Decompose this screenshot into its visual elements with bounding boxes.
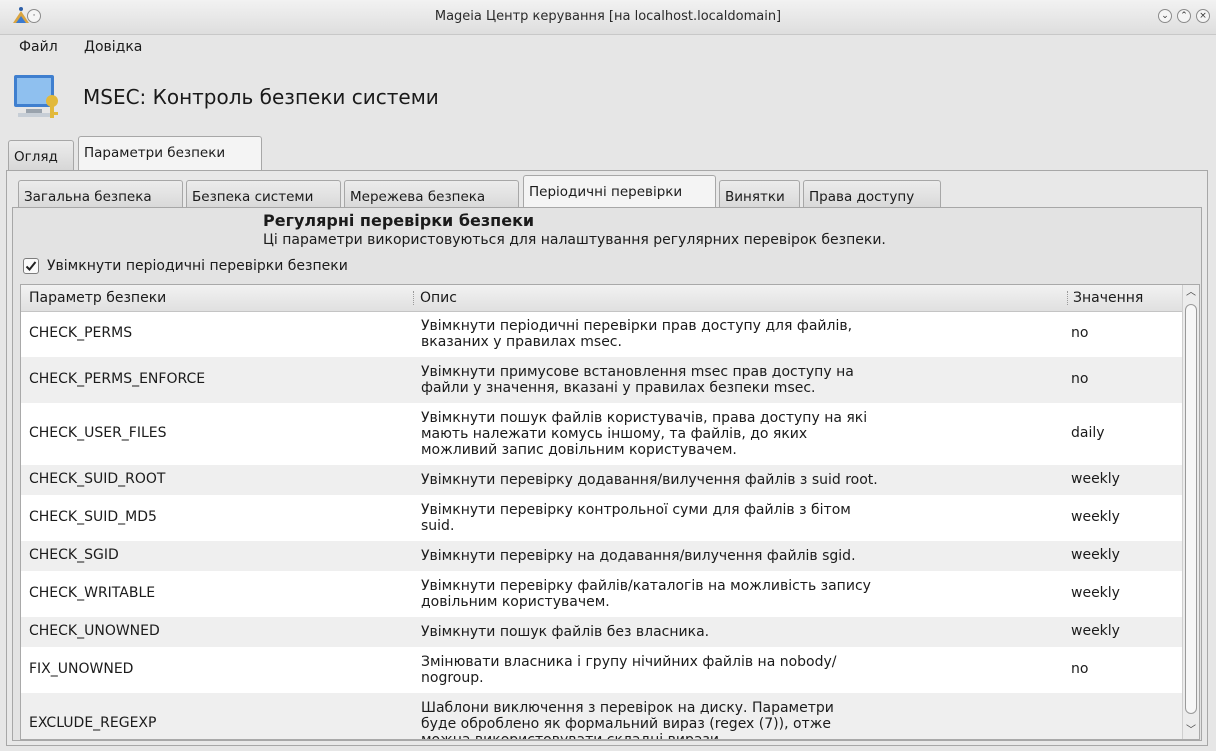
scroll-up-icon[interactable]: ︿ bbox=[1185, 287, 1197, 299]
param-name-cell: CHECK_SUID_ROOT bbox=[29, 471, 166, 487]
description-cell: Увімкнути перевірку на додавання/вилучен… bbox=[421, 548, 856, 564]
security-header-icon bbox=[14, 75, 58, 118]
menu-help[interactable]: Довідка bbox=[84, 39, 142, 55]
param-name-cell: CHECK_UNOWNED bbox=[29, 623, 160, 639]
value-cell[interactable]: weekly bbox=[1071, 623, 1120, 639]
value-cell[interactable]: no bbox=[1071, 325, 1088, 341]
scroll-thumb[interactable] bbox=[1185, 304, 1197, 714]
minimize-icon[interactable]: ⌄ bbox=[1158, 9, 1172, 23]
description-cell: Увімкнути пошук файлів користувачів, пра… bbox=[421, 410, 868, 458]
tab-network-security[interactable]: Мережева безпека bbox=[344, 180, 519, 210]
value-cell[interactable]: weekly bbox=[1071, 547, 1120, 563]
maximize-icon[interactable]: ⌃ bbox=[1177, 9, 1191, 23]
param-name-cell: CHECK_PERMS_ENFORCE bbox=[29, 371, 206, 387]
description-cell: Увімкнути примусове встановлення msec пр… bbox=[421, 364, 854, 396]
description-cell: Увімкнути перевірку контрольної суми для… bbox=[421, 502, 851, 534]
menu-bar: Файл Довідка bbox=[0, 34, 1216, 62]
tab-general-security[interactable]: Загальна безпека bbox=[18, 180, 183, 210]
vertical-scrollbar[interactable]: ︿ ﹀ bbox=[1182, 285, 1199, 739]
tab-overview[interactable]: Огляд bbox=[8, 140, 74, 170]
description-cell: Шаблони виключення з перевірок на диску.… bbox=[421, 700, 834, 740]
enable-periodic-checks-label[interactable]: Увімкнути періодичні перевірки безпеки bbox=[47, 258, 348, 274]
param-name-cell: CHECK_USER_FILES bbox=[29, 425, 167, 441]
menu-file[interactable]: Файл bbox=[19, 39, 58, 55]
description-cell: Увімкнути періодичні перевірки прав дост… bbox=[421, 318, 853, 350]
table-row[interactable]: CHECK_WRITABLE Увімкнути перевірку файлів… bbox=[21, 571, 1184, 617]
table-header: Параметр безпеки Опис Значення bbox=[21, 285, 1184, 312]
value-cell[interactable]: weekly bbox=[1071, 585, 1120, 601]
table-body: CHECK_PERMS Увімкнути періодичні перевірк… bbox=[21, 311, 1184, 740]
table-row[interactable]: CHECK_SUID_ROOT Увімкнути перевірку додав… bbox=[21, 465, 1184, 495]
table-row[interactable]: FIX_UNOWNED Змінювати власника і групу ні… bbox=[21, 647, 1184, 693]
enable-periodic-checks-checkbox[interactable] bbox=[23, 258, 39, 274]
table-row[interactable]: CHECK_SGID Увімкнути перевірку на додаван… bbox=[21, 541, 1184, 571]
column-separator[interactable] bbox=[1067, 291, 1069, 305]
param-name-cell: CHECK_SGID bbox=[29, 547, 119, 563]
table-row[interactable]: EXCLUDE_REGEXP Шаблони виключення з перев… bbox=[21, 693, 1184, 740]
value-cell[interactable]: daily bbox=[1071, 425, 1105, 441]
value-cell[interactable]: weekly bbox=[1071, 509, 1120, 525]
page-title: MSEC: Контроль безпеки системи bbox=[83, 85, 439, 109]
tab-security-settings[interactable]: Параметри безпеки bbox=[78, 136, 262, 170]
tab-exceptions[interactable]: Винятки bbox=[719, 180, 800, 210]
table-row[interactable]: CHECK_PERMS Увімкнути періодичні перевірк… bbox=[21, 311, 1184, 357]
table-row[interactable]: CHECK_USER_FILES Увімкнути пошук файлів к… bbox=[21, 403, 1184, 465]
value-cell[interactable]: no bbox=[1071, 661, 1088, 677]
param-name-cell: EXCLUDE_REGEXP bbox=[29, 715, 157, 731]
param-name-cell: FIX_UNOWNED bbox=[29, 661, 134, 677]
column-separator[interactable] bbox=[413, 291, 415, 305]
tab-periodic-checks[interactable]: Періодичні перевірки bbox=[523, 175, 716, 209]
column-header-param[interactable]: Параметр безпеки bbox=[29, 290, 166, 306]
param-name-cell: CHECK_SUID_MD5 bbox=[29, 509, 157, 525]
section-subtitle: Ці параметри використовуються для налашт… bbox=[263, 232, 886, 248]
param-name-cell: CHECK_PERMS bbox=[29, 325, 133, 341]
tab-permissions[interactable]: Права доступу bbox=[803, 180, 941, 210]
scroll-down-icon[interactable]: ﹀ bbox=[1185, 725, 1197, 737]
param-name-cell: CHECK_WRITABLE bbox=[29, 585, 156, 601]
close-icon[interactable]: × bbox=[1196, 9, 1210, 23]
table-row[interactable]: CHECK_PERMS_ENFORCE Увімкнути примусове в… bbox=[21, 357, 1184, 403]
title-bar: · Mageia Центр керування [на localhost.l… bbox=[0, 0, 1216, 35]
window-title: Mageia Центр керування [на localhost.loc… bbox=[434, 9, 782, 24]
table-row[interactable]: CHECK_UNOWNED Увімкнути пошук файлів без … bbox=[21, 617, 1184, 647]
description-cell: Увімкнути перевірку додавання/вилучення … bbox=[421, 472, 878, 488]
column-header-value[interactable]: Значення bbox=[1073, 290, 1143, 306]
value-cell[interactable]: no bbox=[1071, 371, 1088, 387]
checkmark-icon bbox=[25, 261, 37, 271]
value-cell[interactable]: weekly bbox=[1071, 471, 1120, 487]
description-cell: Увімкнути пошук файлів без власника. bbox=[421, 624, 710, 640]
security-params-table: Параметр безпеки Опис Значення CHECK_PER… bbox=[20, 284, 1200, 740]
table-row[interactable]: CHECK_SUID_MD5 Увімкнути перевірку контро… bbox=[21, 495, 1184, 541]
description-cell: Змінювати власника і групу нічийних файл… bbox=[421, 654, 837, 686]
tab-system-security[interactable]: Безпека системи bbox=[186, 180, 341, 210]
column-header-description[interactable]: Опис bbox=[420, 290, 457, 306]
section-title: Регулярні перевірки безпеки bbox=[263, 211, 535, 230]
description-cell: Увімкнути перевірку файлів/каталогів на … bbox=[421, 578, 871, 610]
